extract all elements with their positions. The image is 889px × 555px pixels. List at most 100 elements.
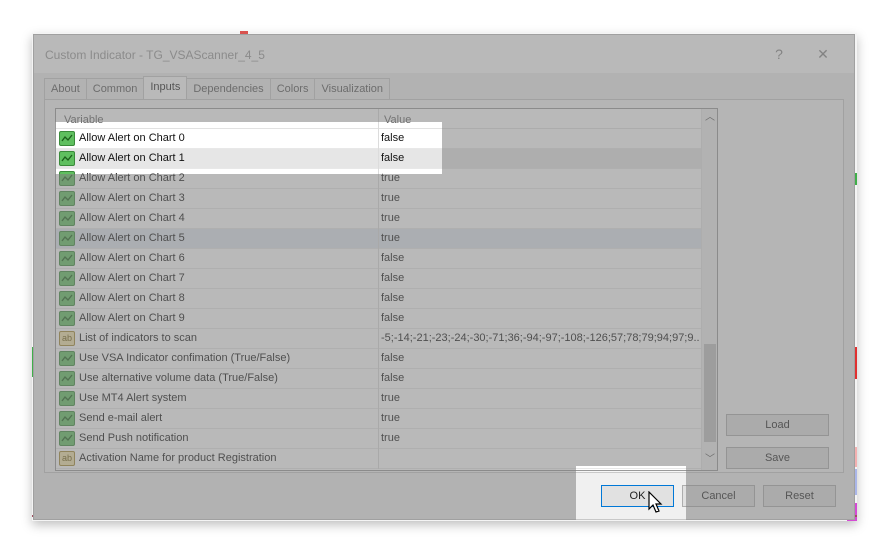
variable-value[interactable]: true: [381, 212, 699, 224]
variable-name: Allow Alert on Chart 2: [79, 172, 185, 184]
scroll-down-icon[interactable]: ﹀: [705, 455, 715, 465]
table-row[interactable]: Allow Alert on Chart 5 true: [56, 229, 701, 249]
variable-name: Allow Alert on Chart 5: [79, 232, 185, 244]
table-row[interactable]: Send e-mail alert true: [56, 409, 701, 429]
inputs-grid[interactable]: Variable Value Allow Alert on Chart 0 fal…: [55, 108, 718, 471]
column-divider: [378, 289, 379, 309]
variable-value[interactable]: true: [381, 432, 699, 444]
table-row[interactable]: Allow Alert on Chart 0 false: [56, 129, 701, 149]
bool-icon: [59, 431, 75, 446]
variable-name: List of indicators to scan: [79, 332, 198, 344]
window-title: Custom Indicator - TG_VSAScanner_4_5: [45, 48, 265, 62]
variable-value[interactable]: false: [381, 152, 699, 164]
table-row[interactable]: Allow Alert on Chart 6 false: [56, 249, 701, 269]
variable-value[interactable]: false: [381, 252, 699, 264]
table-row[interactable]: Use VSA Indicator confimation (True/Fals…: [56, 349, 701, 369]
table-row[interactable]: ab Activation Name for product Registrati…: [56, 449, 701, 469]
tab-colors[interactable]: Colors: [269, 78, 316, 99]
tab-strip: About Common Inputs Dependencies Colors …: [44, 76, 391, 100]
variable-value[interactable]: -5;-14;-21;-23;-24;-30;-71;36;-94;-97;-1…: [381, 332, 699, 344]
mouse-cursor-icon: [648, 491, 663, 513]
column-divider: [378, 349, 379, 369]
variable-value[interactable]: false: [381, 372, 699, 384]
tab-dependencies[interactable]: Dependencies: [186, 78, 271, 99]
variable-value[interactable]: true: [381, 392, 699, 404]
table-row[interactable]: Allow Alert on Chart 1 false: [56, 149, 701, 169]
variable-name: Use alternative volume data (True/False): [79, 372, 278, 384]
column-header-value[interactable]: Value: [384, 114, 411, 126]
table-row[interactable]: Send Push notification true: [56, 429, 701, 449]
column-divider: [378, 169, 379, 189]
variable-name: Activation Name for product Registration: [79, 452, 277, 464]
column-divider: [378, 229, 379, 249]
bool-icon: [59, 371, 75, 386]
column-header-variable[interactable]: Variable: [64, 114, 104, 126]
scroll-up-icon[interactable]: ︿: [705, 113, 715, 123]
tab-about[interactable]: About: [44, 78, 87, 99]
bool-icon: [59, 251, 75, 266]
table-row[interactable]: Allow Alert on Chart 7 false: [56, 269, 701, 289]
variable-value[interactable]: false: [381, 312, 699, 324]
vertical-scrollbar[interactable]: ︿ ﹀: [701, 109, 717, 470]
tab-visualization[interactable]: Visualization: [314, 78, 391, 99]
screen: Custom Indicator - TG_VSAScanner_4_5 ? ✕…: [0, 0, 889, 555]
variable-name: Use MT4 Alert system: [79, 392, 187, 404]
table-row[interactable]: Use alternative volume data (True/False)…: [56, 369, 701, 389]
scroll-thumb[interactable]: [704, 344, 716, 442]
cancel-button[interactable]: Cancel: [682, 485, 755, 507]
column-divider: [378, 369, 379, 389]
variable-value[interactable]: true: [381, 192, 699, 204]
column-divider: [378, 209, 379, 229]
variable-name: Allow Alert on Chart 9: [79, 312, 185, 324]
variable-name: Send Push notification: [79, 432, 189, 444]
table-row[interactable]: Use MT4 Alert system true: [56, 389, 701, 409]
variable-value[interactable]: false: [381, 132, 699, 144]
table-row[interactable]: Allow Alert on Chart 9 false: [56, 309, 701, 329]
title-bar: Custom Indicator - TG_VSAScanner_4_5 ? ✕: [34, 35, 854, 73]
variable-value[interactable]: false: [381, 352, 699, 364]
save-button[interactable]: Save: [726, 447, 829, 469]
variable-value[interactable]: true: [381, 232, 699, 244]
variable-name: Use VSA Indicator confimation (True/Fals…: [79, 352, 291, 364]
variable-value[interactable]: false: [381, 272, 699, 284]
column-divider: [378, 189, 379, 209]
variable-name: Allow Alert on Chart 0: [79, 132, 185, 144]
bool-icon: [59, 351, 75, 366]
string-icon: ab: [59, 451, 75, 466]
load-button[interactable]: Load: [726, 414, 829, 436]
variable-value[interactable]: true: [381, 172, 699, 184]
column-divider: [378, 249, 379, 269]
variable-name: Allow Alert on Chart 7: [79, 272, 185, 284]
variable-name: Allow Alert on Chart 4: [79, 212, 185, 224]
grid-header: Variable Value: [56, 109, 701, 129]
column-divider: [378, 329, 379, 349]
table-row[interactable]: Allow Alert on Chart 4 true: [56, 209, 701, 229]
bool-icon: [59, 291, 75, 306]
bool-icon: [59, 131, 75, 146]
column-divider: [378, 309, 379, 329]
inputs-panel: Variable Value Allow Alert on Chart 0 fal…: [44, 99, 844, 473]
column-divider: [378, 149, 379, 169]
reset-button[interactable]: Reset: [763, 485, 836, 507]
column-divider: [378, 389, 379, 409]
column-divider: [378, 449, 379, 469]
tab-inputs[interactable]: Inputs: [143, 76, 188, 99]
variable-name: Allow Alert on Chart 8: [79, 292, 185, 304]
table-row[interactable]: Allow Alert on Chart 3 true: [56, 189, 701, 209]
tab-common[interactable]: Common: [85, 78, 145, 99]
help-button[interactable]: ?: [769, 45, 789, 63]
close-icon[interactable]: ✕: [813, 45, 833, 63]
variable-value[interactable]: true: [381, 412, 699, 424]
table-row[interactable]: Allow Alert on Chart 2 true: [56, 169, 701, 189]
bool-icon: [59, 171, 75, 186]
bool-icon: [59, 151, 75, 166]
table-row[interactable]: ab List of indicators to scan -5;-14;-21;-…: [56, 329, 701, 349]
table-row[interactable]: Allow Alert on Chart 8 false: [56, 289, 701, 309]
custom-indicator-dialog: Custom Indicator - TG_VSAScanner_4_5 ? ✕…: [33, 34, 855, 520]
header-divider: [378, 109, 379, 129]
bool-icon: [59, 211, 75, 226]
column-divider: [378, 409, 379, 429]
variable-name: Allow Alert on Chart 6: [79, 252, 185, 264]
variable-value[interactable]: false: [381, 292, 699, 304]
variable-name: Send e-mail alert: [79, 412, 163, 424]
